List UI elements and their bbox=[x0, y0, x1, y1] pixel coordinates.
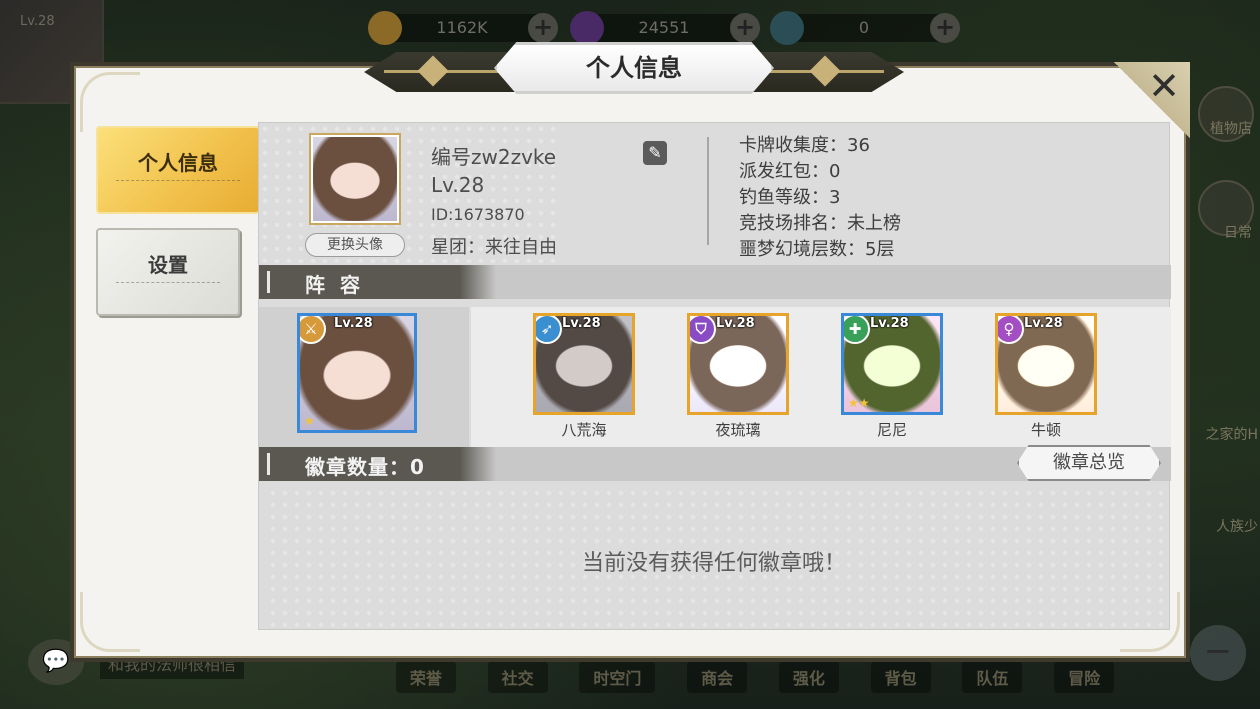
nav-adventure[interactable]: 冒险 bbox=[1054, 661, 1115, 693]
gold-resource: 1162K + bbox=[368, 11, 558, 45]
side-label-4: 人族少 bbox=[1216, 519, 1258, 535]
nav-guild-shop[interactable]: 商会 bbox=[687, 661, 748, 693]
heal-cross-class-icon: ✚ bbox=[844, 316, 870, 344]
hero-card-nini[interactable]: ✚ Lv.28 ★★ bbox=[841, 313, 943, 415]
corner-ornament bbox=[80, 592, 140, 652]
divider bbox=[707, 137, 709, 245]
stat-arena-rank: 竞技场排名：未上榜 bbox=[739, 213, 901, 234]
hero-name: 牛顿 bbox=[1030, 421, 1061, 439]
hero-name: 尼尼 bbox=[876, 421, 907, 439]
add-gold-button[interactable]: + bbox=[528, 13, 558, 43]
avatar[interactable] bbox=[309, 133, 401, 225]
player-level: Lv.28 bbox=[20, 14, 55, 29]
stat-card-collection: 卡牌收集度：36 bbox=[739, 135, 870, 156]
hero-name: 八荒海 bbox=[561, 421, 607, 439]
add-gem-button[interactable]: + bbox=[730, 13, 760, 43]
stat-fishing-level: 钓鱼等级：3 bbox=[739, 187, 841, 208]
badge-overview-button[interactable]: 徽章总览 bbox=[1017, 445, 1161, 481]
hero-card-niudun[interactable]: ♀ Lv.28 bbox=[995, 313, 1097, 415]
dialog-title-banner: 个人信息 bbox=[364, 42, 904, 102]
empty-badges-message: 当前没有获得任何徽章哦！ bbox=[581, 551, 846, 576]
avatar-portrait bbox=[313, 137, 397, 221]
add-orb-button[interactable]: + bbox=[930, 13, 960, 43]
hero-card-yeliuli[interactable]: ⛉ Lv.28 bbox=[687, 313, 789, 415]
profile-dialog: 个人信息 ✕ 个人信息 设置 更换头像 编号zw2zvke ✎ Lv.28 ID… bbox=[70, 42, 1190, 662]
hero-name: 夜琉璃 bbox=[715, 421, 761, 439]
player-level-label: Lv.28 bbox=[431, 173, 485, 197]
team-section-header: 阵 容 bbox=[259, 265, 1171, 299]
team-leader-slot: ⚔ Lv.28 ★ bbox=[259, 307, 469, 447]
nav-honor[interactable]: 荣誉 bbox=[395, 661, 456, 693]
gem-resource: 24551 + bbox=[570, 11, 760, 45]
mage-class-icon: ♀ bbox=[998, 316, 1024, 344]
corner-ornament bbox=[80, 72, 140, 132]
team-members: ➶ Lv.28 八荒海 ⛉ Lv.28 夜琉璃 ✚ Lv.28 ★★ 尼尼 ♀ … bbox=[471, 307, 1171, 447]
side-label-3: 之家的H bbox=[1205, 427, 1258, 443]
leader-hero-card[interactable]: ⚔ Lv.28 ★ bbox=[297, 313, 417, 433]
purple-gem-icon bbox=[570, 11, 604, 45]
player-guild: 星团：来往自由 bbox=[431, 237, 557, 258]
nav-enhance[interactable]: 强化 bbox=[778, 661, 839, 693]
player-id: ID:1673870 bbox=[431, 205, 525, 224]
plant-shop-label: 植物店 bbox=[1210, 121, 1252, 137]
tab-settings[interactable]: 设置 bbox=[96, 228, 240, 316]
stat-nightmare-floors: 噩梦幻境层数：5层 bbox=[739, 239, 895, 260]
bow-class-icon: ➶ bbox=[536, 316, 562, 344]
rainbow-orb-icon bbox=[770, 11, 804, 45]
nav-portal[interactable]: 时空门 bbox=[579, 661, 656, 693]
orb-resource: 0 + bbox=[770, 11, 960, 45]
shield-class-icon: ⛉ bbox=[690, 316, 716, 344]
tab-personal-info[interactable]: 个人信息 bbox=[96, 126, 260, 214]
edit-name-icon[interactable]: ✎ bbox=[643, 141, 667, 165]
gold-coin-icon bbox=[368, 11, 402, 45]
close-icon: ✕ bbox=[1148, 64, 1180, 108]
info-panel: 更换头像 编号zw2zvke ✎ Lv.28 ID:1673870 星团：来往自… bbox=[258, 122, 1171, 630]
nav-bag[interactable]: 背包 bbox=[870, 661, 931, 693]
bottom-nav: 荣誉 社交 时空门 商会 强化 背包 队伍 冒险 bbox=[380, 659, 1130, 695]
daily-label: 日常 bbox=[1224, 225, 1252, 241]
sword-class-icon: ⚔ bbox=[300, 316, 326, 344]
stat-red-packets: 派发红包：0 bbox=[739, 161, 841, 182]
nav-social[interactable]: 社交 bbox=[487, 661, 548, 693]
dialog-title: 个人信息 bbox=[494, 42, 774, 94]
collapse-button[interactable]: − bbox=[1190, 625, 1246, 681]
change-avatar-button[interactable]: 更换头像 bbox=[305, 233, 405, 257]
nav-team[interactable]: 队伍 bbox=[962, 661, 1023, 693]
hero-card-bahuanghai[interactable]: ➶ Lv.28 bbox=[533, 313, 635, 415]
player-name: 编号zw2zvke bbox=[431, 145, 557, 169]
